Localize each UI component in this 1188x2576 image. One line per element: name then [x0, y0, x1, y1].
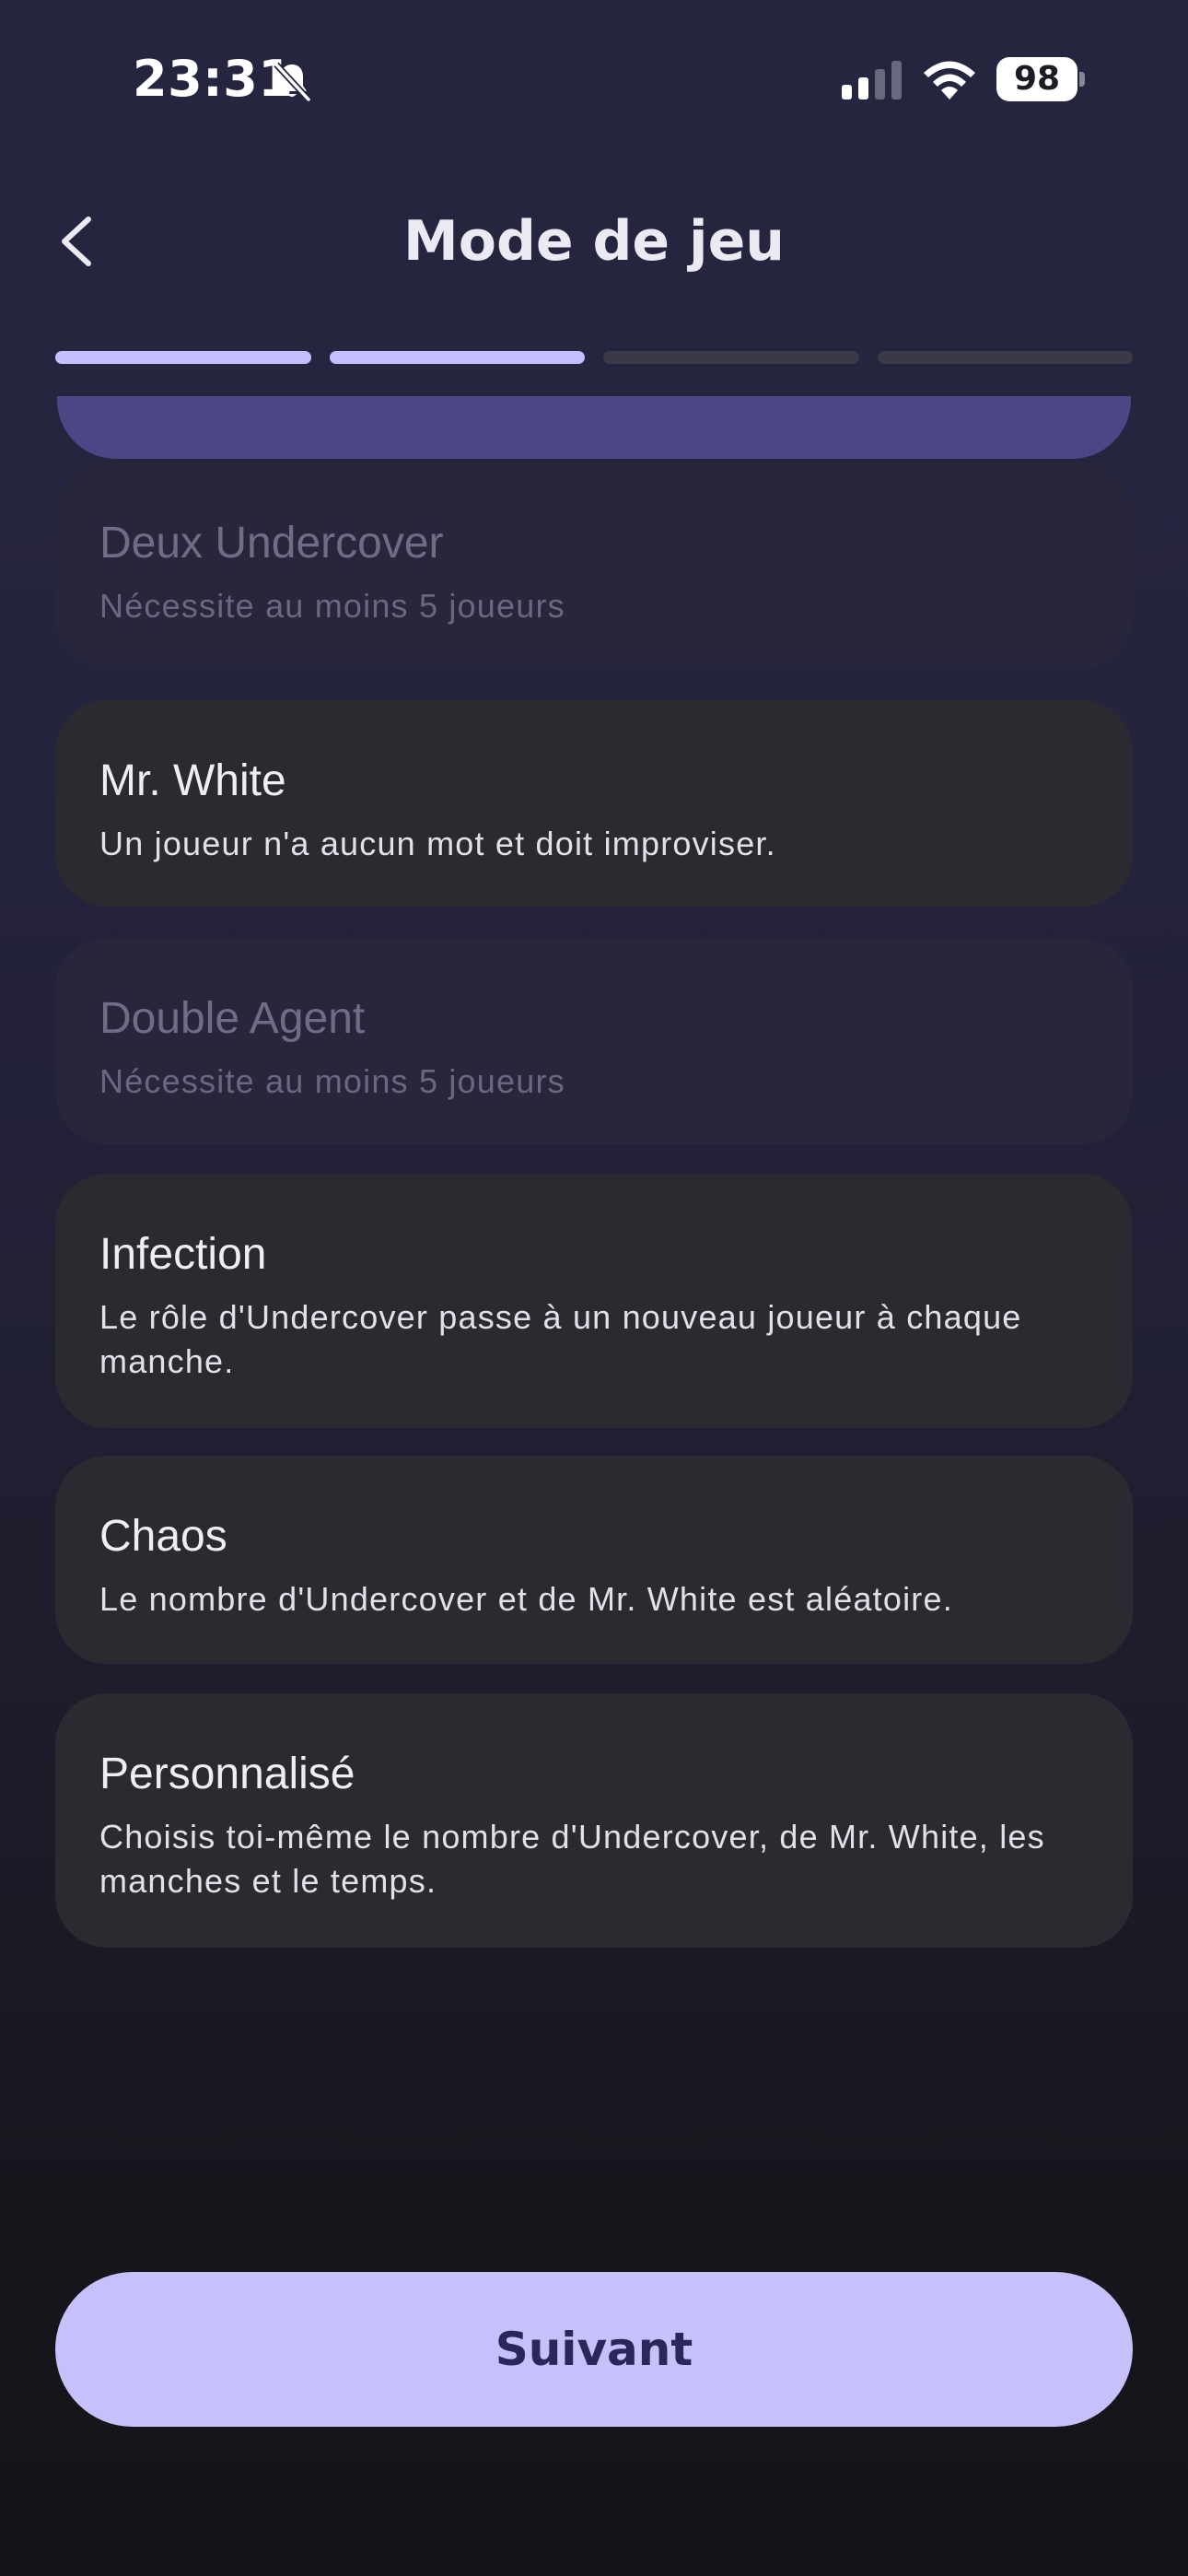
- cellular-signal-icon: [842, 61, 902, 100]
- next-button[interactable]: Suivant: [55, 2272, 1133, 2427]
- battery-level: 98: [1013, 60, 1061, 98]
- battery-icon: 98: [996, 57, 1085, 101]
- mode-title: Deux Undercover: [99, 519, 444, 568]
- mode-card-deux-undercover[interactable]: Deux Undercover Nécessite au moins 5 jou…: [55, 463, 1133, 669]
- next-button-label: Suivant: [495, 2323, 693, 2376]
- mode-description: Choisis toi-même le nombre d'Undercover,…: [99, 1818, 1045, 1900]
- mode-card-double-agent[interactable]: Double Agent Nécessite au moins 5 joueur…: [55, 938, 1133, 1144]
- mode-list[interactable]: Deux Undercover Nécessite au moins 5 jou…: [0, 396, 1188, 1962]
- progress-step-1: [55, 351, 311, 364]
- wifi-icon: [924, 61, 975, 100]
- mode-description: Le rôle d'Undercover passe à un nouveau …: [99, 1298, 1022, 1380]
- mode-card-chaos[interactable]: Chaos Le nombre d'Undercover et de Mr. W…: [55, 1456, 1133, 1664]
- progress-step-3: [603, 351, 859, 364]
- mode-description: Un joueur n'a aucun mot et doit improvis…: [99, 825, 776, 862]
- mode-title: Chaos: [99, 1512, 227, 1561]
- mode-card-mr-white[interactable]: Mr. White Un joueur n'a aucun mot et doi…: [55, 700, 1133, 907]
- progress-step-4: [877, 351, 1133, 364]
- mode-title: Infection: [99, 1230, 267, 1279]
- mode-title: Double Agent: [99, 994, 366, 1043]
- bell-muted-icon: [274, 62, 311, 102]
- battery-tip: [1079, 72, 1085, 87]
- mode-description: Le nombre d'Undercover et de Mr. White e…: [99, 1580, 953, 1618]
- selected-mode-card-edge[interactable]: [57, 396, 1131, 459]
- step-progress: [55, 351, 1133, 364]
- mode-title: Personnalisé: [99, 1750, 355, 1798]
- mode-title: Mr. White: [99, 756, 286, 805]
- progress-step-2: [329, 351, 585, 364]
- mode-card-infection[interactable]: Infection Le rôle d'Undercover passe à u…: [55, 1174, 1133, 1428]
- status-bar: 23:31 98: [0, 0, 1188, 161]
- mode-card-personnalise[interactable]: Personnalisé Choisis toi-même le nombre …: [55, 1693, 1133, 1948]
- mode-description: Nécessite au moins 5 joueurs: [99, 1062, 565, 1100]
- page-title: Mode de jeu: [403, 209, 785, 274]
- mode-description: Nécessite au moins 5 joueurs: [99, 587, 565, 625]
